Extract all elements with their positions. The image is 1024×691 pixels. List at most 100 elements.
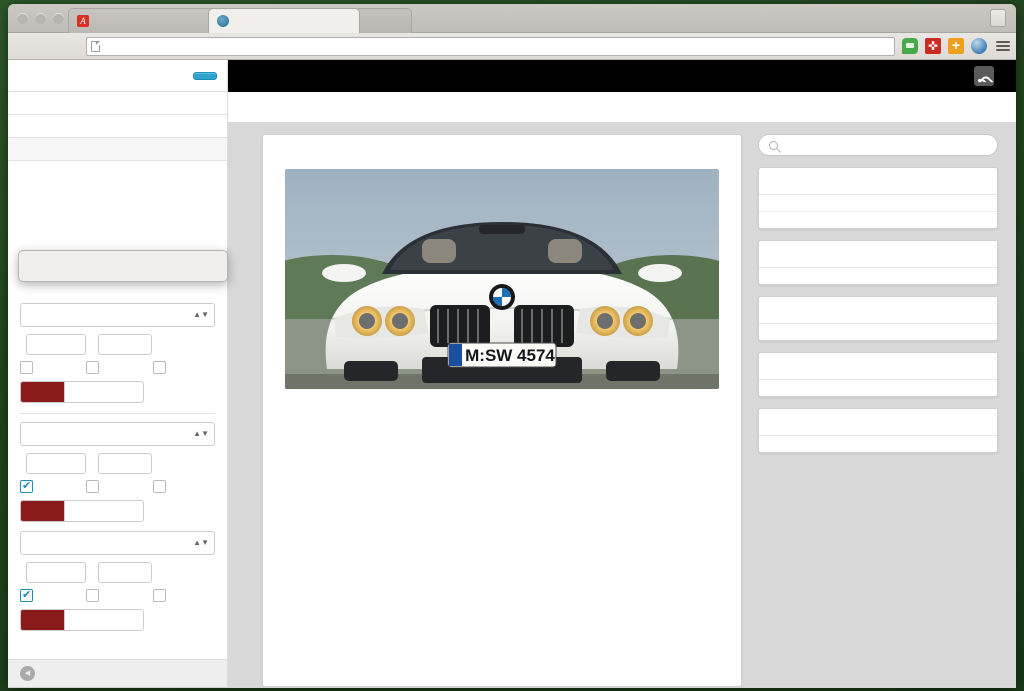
save-button[interactable]	[193, 71, 217, 80]
maximize-window-button[interactable]	[53, 13, 64, 24]
h1-style-row	[20, 361, 215, 374]
sidebar-item-headers[interactable]	[8, 138, 227, 161]
minimize-window-button[interactable]	[35, 13, 46, 24]
tab-google-fonts[interactable]	[68, 8, 220, 33]
widget-meta	[758, 408, 998, 453]
hangouts-icon[interactable]	[902, 38, 918, 54]
h3-bold-checkbox[interactable]	[20, 588, 82, 602]
h1-font-select[interactable]: ▲▼	[20, 303, 215, 327]
sidebar-item-mini-post-styling[interactable]	[8, 115, 227, 138]
widget-title	[759, 168, 997, 195]
customizer-sidebar: ▲▼ ▲▼ ✔ ▲▼ ✔ ◀	[8, 60, 228, 687]
chevron-updown-icon: ▲▼	[193, 310, 209, 319]
checkbox-icon[interactable]	[152, 480, 166, 493]
h2-allcaps-checkbox[interactable]	[152, 480, 215, 493]
customizer-scroll-area[interactable]: ▲▼ ▲▼ ✔ ▲▼ ✔	[8, 92, 227, 659]
wp-admin-bar	[228, 60, 1016, 92]
tab-strip	[8, 4, 1016, 33]
widget-archives	[758, 296, 998, 341]
collapse-icon[interactable]	[20, 666, 35, 681]
h1-size-row	[20, 334, 215, 355]
content-area: M:SW 4574	[228, 122, 1016, 687]
checkbox-icon[interactable]	[20, 361, 33, 374]
list-item[interactable]	[759, 324, 997, 340]
browser-viewport: ▲▼ ▲▼ ✔ ▲▼ ✔ ◀ M:SW 4574	[8, 60, 1016, 687]
h2-select-color-button[interactable]	[20, 500, 144, 522]
desktop-background: ▲▼	[0, 0, 1024, 691]
h3-size-input[interactable]	[26, 562, 86, 583]
widget-categories	[758, 352, 998, 397]
page-info-icon[interactable]	[91, 40, 100, 52]
h1-bold-checkbox[interactable]	[20, 361, 82, 374]
wordpress-icon	[217, 15, 229, 27]
h3-allcaps-checkbox[interactable]	[152, 589, 215, 602]
h3-font-select[interactable]: ▲▼	[20, 531, 215, 555]
tab-customize-example[interactable]	[208, 8, 360, 33]
customizer-header	[8, 60, 227, 92]
plus-extension-icon[interactable]	[948, 38, 964, 54]
h1-line-height-input[interactable]	[98, 334, 152, 355]
tab-ghost	[354, 8, 412, 33]
h1-allcaps-checkbox[interactable]	[152, 361, 215, 374]
chevron-updown-icon: ▲▼	[193, 429, 209, 438]
h3-line-height-input[interactable]	[98, 562, 152, 583]
user-profile-button[interactable]	[990, 9, 1006, 27]
blog-post: M:SW 4574	[262, 134, 742, 687]
divider	[20, 413, 215, 414]
widget-sidebar	[758, 134, 998, 687]
widget-title	[759, 241, 997, 268]
h1-select-color-button[interactable]	[20, 381, 144, 403]
browser-toolbar	[8, 33, 1016, 60]
address-bar[interactable]	[86, 36, 895, 56]
list-item[interactable]	[759, 212, 997, 228]
list-item[interactable]	[759, 195, 997, 212]
checkbox-icon[interactable]	[152, 589, 166, 602]
close-window-button[interactable]	[17, 13, 28, 24]
list-item[interactable]	[759, 436, 997, 452]
h2-italic-checkbox[interactable]	[86, 480, 148, 493]
checkbox-icon[interactable]	[20, 588, 33, 602]
h2-font-select[interactable]: ▲▼	[20, 422, 215, 446]
h2-line-height-input[interactable]	[98, 453, 152, 474]
widget-title	[759, 353, 997, 380]
color-swatch	[21, 382, 65, 402]
site-header	[228, 92, 1016, 122]
color-swatch	[21, 501, 65, 521]
checkbox-icon[interactable]	[86, 480, 100, 493]
post-image: M:SW 4574	[285, 169, 719, 389]
h1-size-input[interactable]	[26, 334, 86, 355]
window-controls[interactable]	[17, 13, 64, 24]
list-item[interactable]	[759, 380, 997, 396]
dropdown-option-courier[interactable]	[19, 275, 227, 277]
widget-recent-posts	[758, 167, 998, 229]
sidebar-item-post-styling[interactable]	[8, 92, 227, 115]
font-select-dropdown[interactable]	[18, 250, 228, 282]
h2-size-input[interactable]	[26, 453, 86, 474]
h3-italic-checkbox[interactable]	[86, 589, 148, 602]
h2-size-row	[20, 453, 215, 474]
select-color-label	[65, 610, 143, 630]
collapse-bar[interactable]	[8, 659, 227, 687]
list-item[interactable]	[759, 268, 997, 284]
site-preview: M:SW 4574	[228, 60, 1016, 687]
license-plate-text: M:SW 4574	[465, 346, 555, 365]
widget-title	[759, 297, 997, 324]
hamburger-menu-icon[interactable]	[996, 41, 1010, 51]
h2-bold-checkbox[interactable]	[20, 479, 82, 493]
puzzle-extension-icon[interactable]	[925, 38, 941, 54]
checkbox-icon[interactable]	[86, 361, 100, 374]
widget-recent-comments	[758, 240, 998, 285]
select-color-label	[65, 501, 143, 521]
select-color-label	[65, 382, 143, 402]
dropdown-option-titillium[interactable]	[19, 259, 227, 261]
checkbox-icon[interactable]	[20, 479, 33, 493]
checkbox-icon[interactable]	[86, 589, 100, 602]
h3-select-color-button[interactable]	[20, 609, 144, 631]
search-icon	[769, 140, 778, 150]
search-widget[interactable]	[758, 134, 998, 156]
rss-feed-icon[interactable]	[974, 66, 994, 90]
globe-extension-icon[interactable]	[971, 38, 987, 54]
h1-italic-checkbox[interactable]	[86, 361, 148, 374]
headers-controls: ▲▼ ▲▼ ✔ ▲▼ ✔	[8, 161, 227, 631]
checkbox-icon[interactable]	[152, 361, 166, 374]
